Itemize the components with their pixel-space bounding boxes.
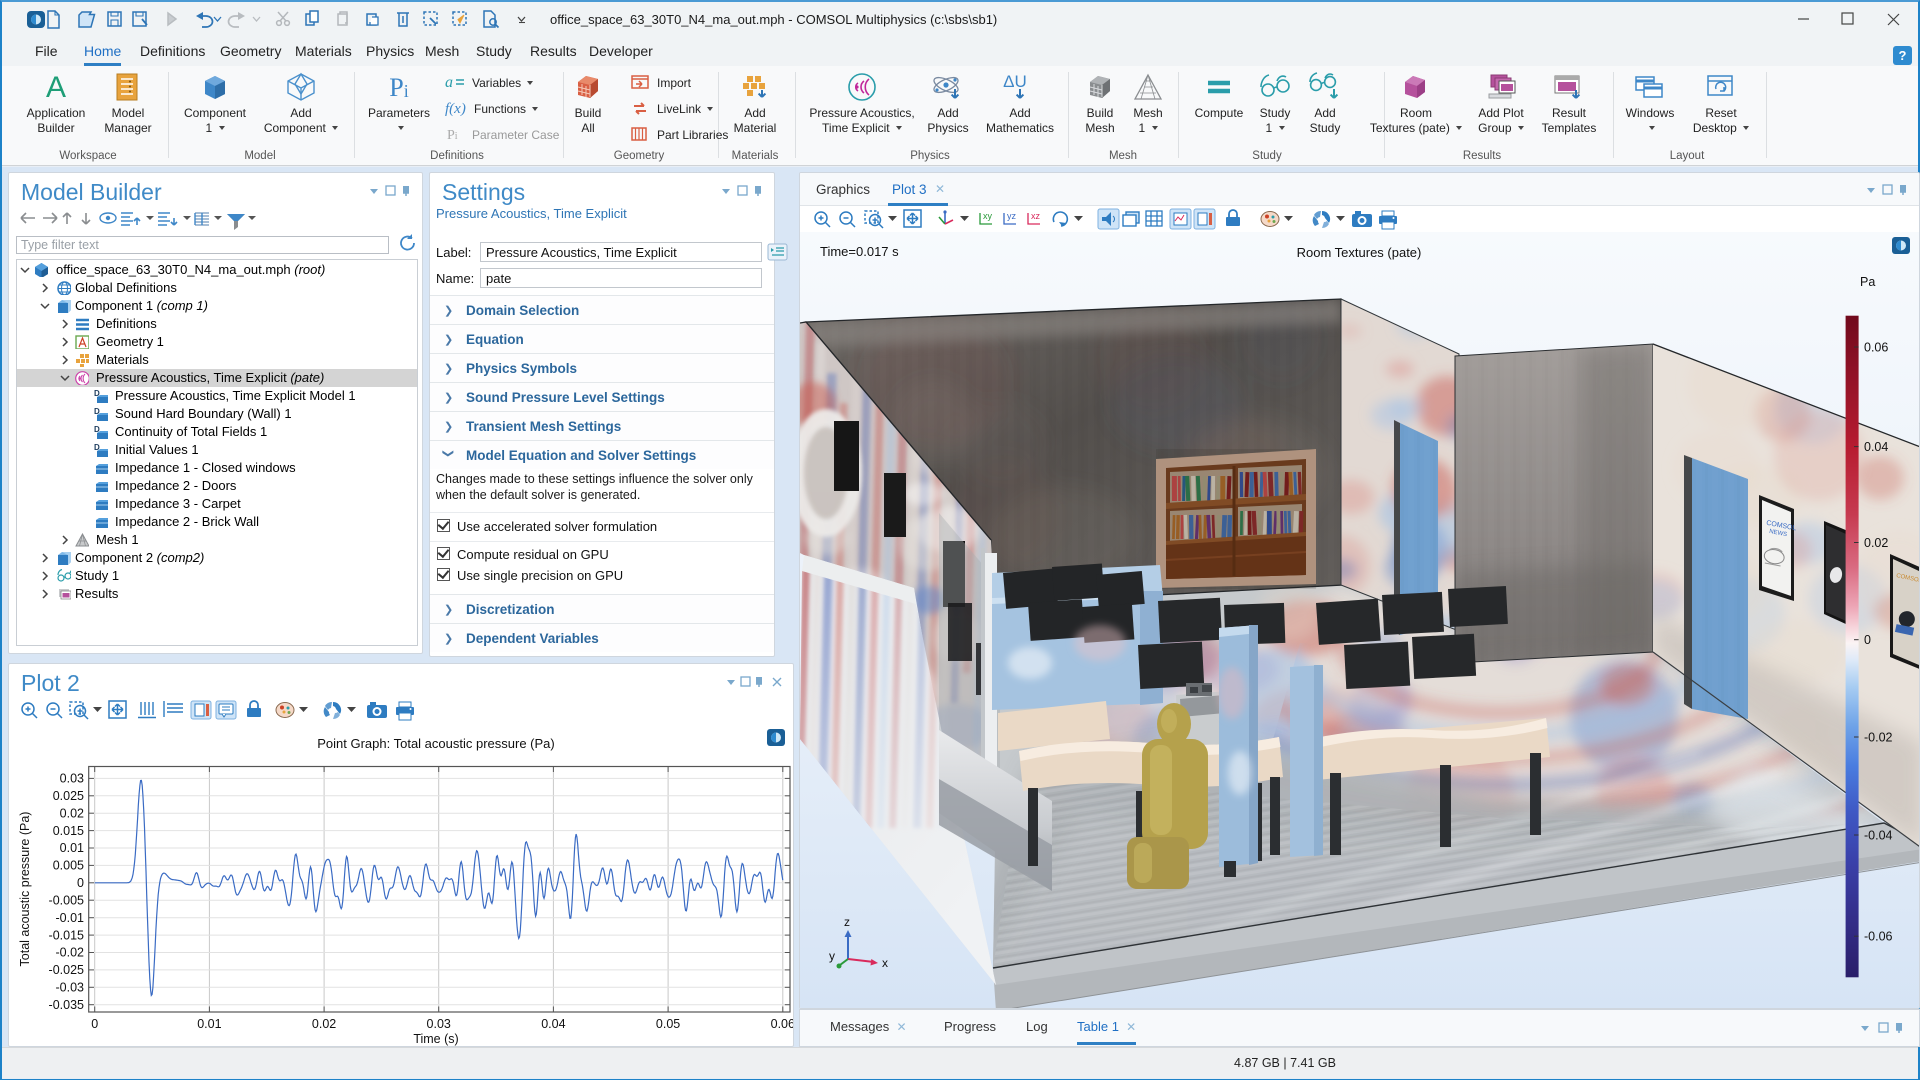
svg-text:0.03: 0.03	[60, 772, 84, 786]
svg-text:-0.015: -0.015	[49, 928, 84, 942]
svg-text:-0.04: -0.04	[1864, 829, 1893, 843]
svg-text:Room Textures (pate): Room Textures (pate)	[1297, 245, 1422, 260]
svg-text:y: y	[829, 949, 835, 963]
svg-text:Time=0.017 s: Time=0.017 s	[820, 244, 899, 259]
svg-text:0.005: 0.005	[53, 859, 84, 873]
svg-text:0: 0	[1864, 633, 1871, 647]
svg-text:Point Graph: Total acoustic pr: Point Graph: Total acoustic pressure (Pa…	[317, 736, 555, 751]
svg-text:-0.03: -0.03	[56, 981, 85, 995]
svg-text:Pa: Pa	[1860, 275, 1875, 289]
svg-text:0.03: 0.03	[427, 1017, 451, 1031]
svg-text:0.06: 0.06	[1864, 341, 1888, 355]
svg-text:Total acoustic pressure (Pa): Total acoustic pressure (Pa)	[18, 812, 32, 967]
svg-text:-0.035: -0.035	[49, 998, 84, 1012]
svg-text:x: x	[882, 956, 888, 970]
svg-text:0.06: 0.06	[771, 1017, 793, 1031]
svg-text:Time (s): Time (s)	[413, 1032, 458, 1046]
svg-text:0.02: 0.02	[60, 806, 84, 820]
svg-text:0.01: 0.01	[60, 841, 84, 855]
svg-text:-0.01: -0.01	[56, 911, 85, 925]
svg-text:A: A	[46, 72, 66, 102]
svg-text:f(x): f(x)	[445, 101, 466, 117]
svg-text:z: z	[844, 915, 850, 929]
svg-text:0.04: 0.04	[541, 1017, 565, 1031]
svg-text:0: 0	[91, 1017, 98, 1031]
svg-text:0.02: 0.02	[1864, 536, 1888, 550]
svg-text:-0.025: -0.025	[49, 963, 84, 977]
svg-text:0.02: 0.02	[312, 1017, 336, 1031]
svg-text:-0.02: -0.02	[56, 946, 85, 960]
svg-text:0.04: 0.04	[1864, 440, 1888, 454]
svg-text:0: 0	[77, 876, 84, 890]
svg-text:a: a	[445, 74, 453, 91]
svg-text:ΔU: ΔU	[1003, 72, 1027, 91]
svg-text:-0.02: -0.02	[1864, 731, 1893, 745]
svg-text:0.025: 0.025	[53, 789, 84, 803]
svg-text:0.015: 0.015	[53, 824, 84, 838]
svg-text:Pi: Pi	[447, 128, 458, 143]
svg-text:0.01: 0.01	[197, 1017, 221, 1031]
svg-text:Pi: Pi	[389, 73, 408, 102]
svg-text:-0.06: -0.06	[1864, 930, 1893, 944]
svg-text:0.05: 0.05	[656, 1017, 680, 1031]
svg-text:-0.005: -0.005	[49, 893, 84, 907]
